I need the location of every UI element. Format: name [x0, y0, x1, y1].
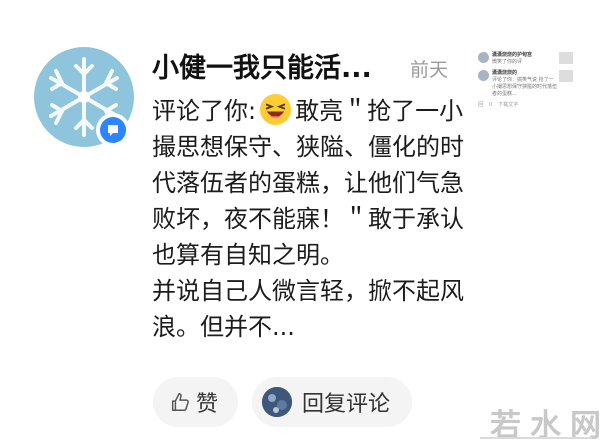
thumbnail-name: 潇潇烧烧的护甸宫 — [492, 52, 533, 58]
like-label: 赞 — [196, 392, 219, 417]
reply-comment-button[interactable]: 回复评论 — [252, 377, 412, 427]
comment-prefix: 评论了你: — [152, 97, 257, 125]
thumbnail-avatar — [478, 52, 489, 63]
like-button[interactable]: 赞 — [153, 377, 238, 427]
thumbnail-avatar — [478, 70, 489, 81]
timestamp: 前天 — [410, 59, 449, 81]
comment-badge — [96, 113, 130, 147]
thumbs-up-icon — [171, 393, 189, 411]
laughing-face-icon — [260, 93, 292, 126]
thumbnail-like: 0 — [489, 102, 493, 108]
thumbnail-image — [559, 70, 573, 82]
content-thumbnail[interactable]: 潇潇烧烧的护甸宫 微笑了你的评 潇潇烧烧的 评论了你：搞笑气说 抢了一小撮思想保守狭… — [478, 52, 573, 132]
watermark-underline — [480, 437, 592, 439]
username[interactable]: 小健一我只能活... — [152, 49, 402, 89]
thumbnail-image — [559, 52, 573, 64]
comment-text[interactable]: 评论了你: 敢亮＂抢了一小撮思想保守、狭隘、僵化的时代落伍者的蛋糕，让他们气急败… — [152, 93, 467, 345]
thumbnail-text: 评论了你：搞笑气说 抢了一小撮思想保守狭隘的时代落伍者的蛋糕... — [492, 77, 558, 97]
comment-body-continued: 并说自己人微言轻，掀不起风浪。但并不... — [152, 277, 464, 341]
reply-avatar — [262, 387, 292, 417]
reply-label: 回复评论 — [302, 392, 391, 417]
thumbnail-reply: 回 — [478, 102, 484, 108]
thumbnail-more: 下载文字 — [498, 102, 519, 108]
thumbnail-name: 潇潇烧烧的 — [492, 70, 518, 76]
thumbnail-text: 微笑了你的评 — [492, 59, 523, 65]
comment-bubble-icon — [108, 125, 118, 136]
